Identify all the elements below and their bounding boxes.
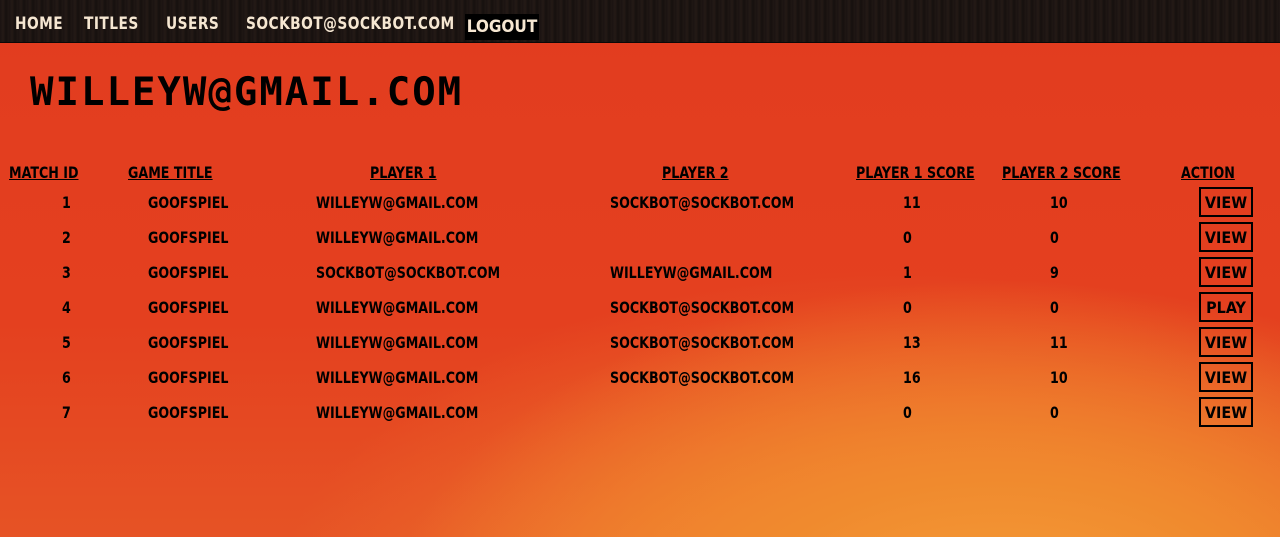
cell-player-1-score: 0	[903, 403, 912, 422]
cell-game-title: GOOFSPIEL	[148, 228, 229, 247]
cell-player-1: WILLEYW@GMAIL.COM	[316, 403, 479, 422]
cell-player-2: SOCKBOT@SOCKBOT.COM	[610, 368, 795, 387]
nav-titles-link[interactable]: TITLES	[84, 14, 139, 34]
view-button[interactable]: VIEW	[1199, 327, 1253, 357]
cell-player-1-score: 11	[903, 193, 921, 212]
cell-player-2-score: 9	[1050, 263, 1059, 282]
play-button[interactable]: PLAY	[1199, 292, 1253, 322]
cell-match-id: 4	[62, 298, 71, 317]
cell-player-1-score: 13	[903, 333, 921, 352]
logout-button[interactable]: LOGOUT	[465, 14, 539, 40]
header-player-1-score: PLAYER 1 SCORE	[856, 163, 975, 182]
cell-game-title: GOOFSPIEL	[148, 193, 229, 212]
cell-player-2-score: 11	[1050, 333, 1068, 352]
cell-player-2-score: 10	[1050, 368, 1068, 387]
cell-player-2: WILLEYW@GMAIL.COM	[610, 263, 773, 282]
view-button[interactable]: VIEW	[1199, 222, 1253, 252]
cell-player-2: SOCKBOT@SOCKBOT.COM	[610, 193, 795, 212]
cell-match-id: 6	[62, 368, 71, 387]
nav-users-link[interactable]: USERS	[166, 14, 219, 34]
page-title: WILLEYW@GMAIL.COM	[30, 70, 464, 115]
cell-player-2: SOCKBOT@SOCKBOT.COM	[610, 298, 795, 317]
view-button[interactable]: VIEW	[1199, 257, 1253, 287]
cell-game-title: GOOFSPIEL	[148, 368, 229, 387]
cell-player-1: WILLEYW@GMAIL.COM	[316, 368, 479, 387]
header-action: ACTION	[1181, 163, 1235, 182]
cell-player-1-score: 1	[903, 263, 912, 282]
header-player-2-score: PLAYER 2 SCORE	[1002, 163, 1121, 182]
cell-player-2-score: 0	[1050, 403, 1059, 422]
cell-player-2-score: 0	[1050, 228, 1059, 247]
header-player-1: PLAYER 1	[370, 163, 437, 182]
cell-player-2-score: 0	[1050, 298, 1059, 317]
header-game-title: GAME TITLE	[128, 163, 213, 182]
nav-home-link[interactable]: HOME	[15, 14, 63, 34]
cell-player-1: WILLEYW@GMAIL.COM	[316, 298, 479, 317]
cell-player-1: WILLEYW@GMAIL.COM	[316, 228, 479, 247]
cell-game-title: GOOFSPIEL	[148, 298, 229, 317]
cell-game-title: GOOFSPIEL	[148, 403, 229, 422]
cell-game-title: GOOFSPIEL	[148, 263, 229, 282]
cell-match-id: 1	[62, 193, 71, 212]
cell-player-1-score: 0	[903, 228, 912, 247]
cell-match-id: 3	[62, 263, 71, 282]
cell-player-1-score: 0	[903, 298, 912, 317]
header-match-id: MATCH ID	[9, 163, 79, 182]
top-nav-bar: HOME TITLES USERS SOCKBOT@SOCKBOT.COM LO…	[0, 0, 1280, 43]
cell-match-id: 5	[62, 333, 71, 352]
cell-game-title: GOOFSPIEL	[148, 333, 229, 352]
view-button[interactable]: VIEW	[1199, 397, 1253, 427]
cell-player-1: WILLEYW@GMAIL.COM	[316, 333, 479, 352]
cell-player-1: SOCKBOT@SOCKBOT.COM	[316, 263, 501, 282]
cell-player-2-score: 10	[1050, 193, 1068, 212]
cell-player-1: WILLEYW@GMAIL.COM	[316, 193, 479, 212]
cell-match-id: 7	[62, 403, 71, 422]
cell-match-id: 2	[62, 228, 71, 247]
view-button[interactable]: VIEW	[1199, 187, 1253, 217]
cell-player-1-score: 16	[903, 368, 921, 387]
nav-account-link[interactable]: SOCKBOT@SOCKBOT.COM	[246, 14, 455, 34]
header-player-2: PLAYER 2	[662, 163, 729, 182]
cell-player-2: SOCKBOT@SOCKBOT.COM	[610, 333, 795, 352]
view-button[interactable]: VIEW	[1199, 362, 1253, 392]
